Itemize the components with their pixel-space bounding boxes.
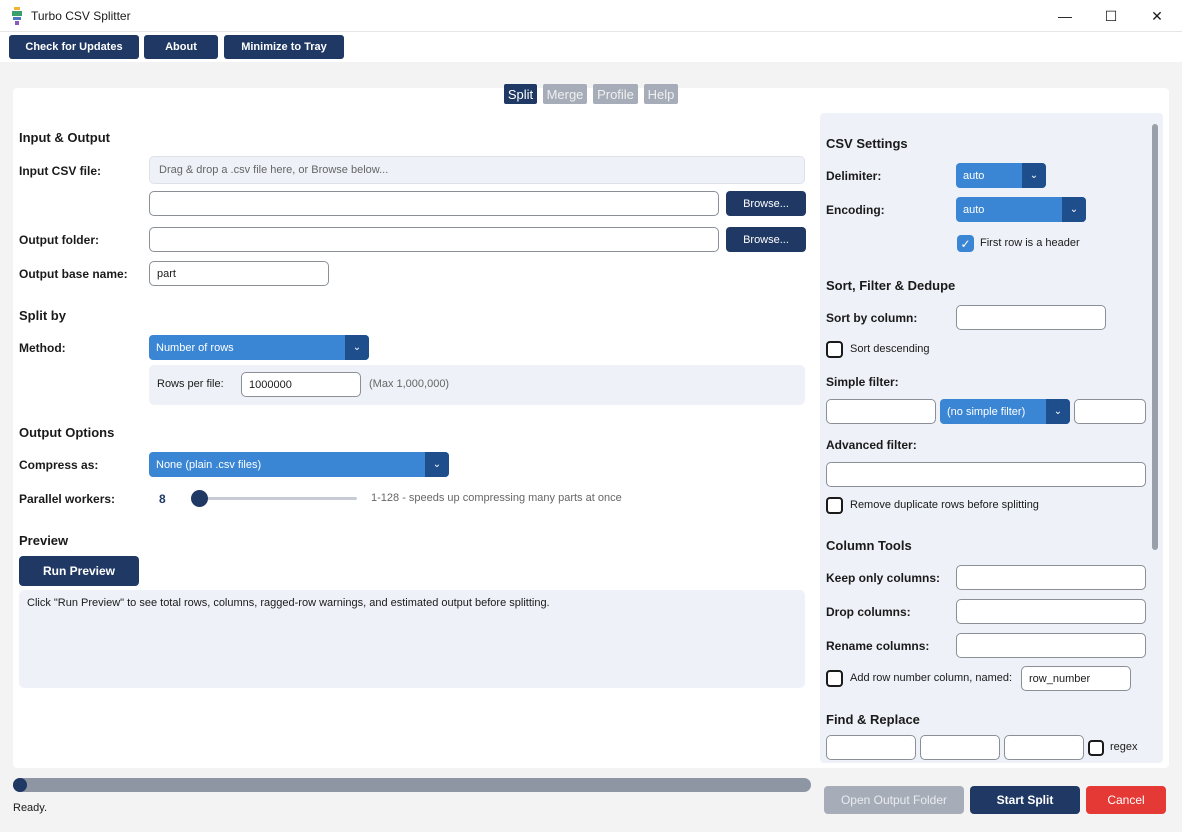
top-toolbar: Check for Updates About Minimize to Tray [0,32,1182,62]
chevron-down-icon: ⌄ [1062,197,1086,222]
compress-label: Compress as: [19,458,99,472]
regex-checkbox[interactable] [1088,740,1104,756]
tab-merge[interactable]: Merge [543,84,587,104]
workers-slider-handle[interactable] [191,490,208,507]
output-folder-label: Output folder: [19,233,99,247]
simple-filter-operator-value: (no simple filter) [947,405,1026,418]
delimiter-select[interactable]: auto ⌄ [956,163,1046,188]
find-input[interactable] [826,735,916,760]
keep-columns-label: Keep only columns: [826,571,941,585]
chevron-down-icon: ⌄ [1022,163,1046,188]
sort-descending-checkbox[interactable] [826,341,843,358]
minimize-icon: — [1058,8,1072,24]
about-button[interactable]: About [144,35,218,59]
simple-filter-value-input[interactable] [1074,399,1146,424]
input-csv-label: Input CSV file: [19,164,101,178]
output-options-title: Output Options [19,425,115,440]
find-replace-title: Find & Replace [826,712,920,727]
tab-profile[interactable]: Profile [593,84,638,104]
tab-split[interactable]: Split [504,84,537,104]
split-by-title: Split by [19,308,66,323]
minimize-button[interactable]: — [1042,0,1088,32]
csv-settings-title: CSV Settings [826,136,908,151]
header-checkbox-label: First row is a header [980,237,1080,249]
preview-title: Preview [19,533,69,548]
simple-filter-operator-select[interactable]: (no simple filter) ⌄ [940,399,1070,424]
encoding-label: Encoding: [826,203,885,217]
row-number-checkbox[interactable] [826,670,843,687]
run-preview-button[interactable]: Run Preview [19,556,139,586]
progress-bar [13,778,811,792]
max-rows-hint: (Max 1,000,000) [369,378,450,390]
chevron-down-icon: ⌄ [345,335,369,360]
delimiter-value: auto [963,169,985,182]
close-button[interactable]: ✕ [1134,0,1180,32]
drop-zone[interactable]: Drag & drop a .csv file here, or Browse … [149,156,805,184]
chevron-down-icon: ⌄ [1046,399,1070,424]
browse-output-button[interactable]: Browse... [726,227,806,252]
progress-indicator [13,778,27,792]
sort-column-label: Sort by column: [826,311,918,325]
close-icon: ✕ [1151,7,1163,24]
output-folder-field[interactable] [149,227,719,252]
maximize-button[interactable]: ☐ [1088,0,1134,32]
dedupe-label: Remove duplicate rows before splitting [850,499,1039,511]
check-updates-button[interactable]: Check for Updates [9,35,139,59]
status-text: Ready. [13,802,48,814]
rename-columns-input[interactable] [956,633,1146,658]
sort-column-input[interactable] [956,305,1106,330]
settings-scrollbar[interactable] [1152,124,1158,550]
replace-column-input[interactable] [1004,735,1084,760]
chevron-down-icon: ⌄ [425,452,449,477]
method-value: Number of rows [156,341,234,354]
start-split-button[interactable]: Start Split [970,786,1080,814]
simple-filter-label: Simple filter: [826,375,899,389]
workers-slider-track[interactable] [200,497,357,500]
simple-filter-column-input[interactable] [826,399,936,424]
column-tools-title: Column Tools [826,538,912,553]
minimize-tray-button[interactable]: Minimize to Tray [224,35,344,59]
encoding-select[interactable]: auto ⌄ [956,197,1086,222]
rows-per-file-label: Rows per file: [157,378,224,390]
drop-columns-input[interactable] [956,599,1146,624]
compress-select[interactable]: None (plain .csv files) ⌄ [149,452,449,477]
compress-value: None (plain .csv files) [156,458,262,471]
advanced-filter-label: Advanced filter: [826,438,917,452]
preview-text: Click "Run Preview" to see total rows, c… [27,597,550,609]
base-name-field[interactable]: part [149,261,329,286]
regex-label: regex [1110,741,1138,753]
keep-columns-input[interactable] [956,565,1146,590]
row-number-label: Add row number column, named: [850,672,1013,684]
browse-input-button[interactable]: Browse... [726,191,806,216]
app-logo-icon [12,7,22,25]
tab-help[interactable]: Help [644,84,678,104]
input-output-title: Input & Output [19,130,110,145]
window-title: Turbo CSV Splitter [31,9,131,23]
drop-columns-label: Drop columns: [826,605,911,619]
sort-filter-title: Sort, Filter & Dedupe [826,278,956,293]
encoding-value: auto [963,203,985,216]
input-csv-field[interactable] [149,191,719,216]
open-output-folder-button[interactable]: Open Output Folder [824,786,964,814]
workers-label: Parallel workers: [19,492,116,506]
maximize-icon: ☐ [1104,7,1118,24]
checkmark-icon: ✓ [960,236,971,251]
base-name-label: Output base name: [19,267,128,281]
method-select[interactable]: Number of rows ⌄ [149,335,369,360]
method-label: Method: [19,341,66,355]
header-checkbox[interactable]: ✓ [957,235,974,252]
rename-columns-label: Rename columns: [826,639,930,653]
replace-input[interactable] [920,735,1000,760]
delimiter-label: Delimiter: [826,169,882,183]
dedupe-checkbox[interactable] [826,497,843,514]
sort-descending-label: Sort descending [850,343,930,355]
advanced-filter-input[interactable] [826,462,1146,487]
rows-per-file-input[interactable]: 1000000 [241,372,361,397]
row-number-name-input[interactable]: row_number [1021,666,1131,691]
workers-hint: 1-128 - speeds up compressing many parts… [371,492,622,504]
cancel-button[interactable]: Cancel [1086,786,1166,814]
workers-value: 8 [159,492,166,506]
title-bar: Turbo CSV Splitter — ☐ ✕ [0,0,1182,32]
